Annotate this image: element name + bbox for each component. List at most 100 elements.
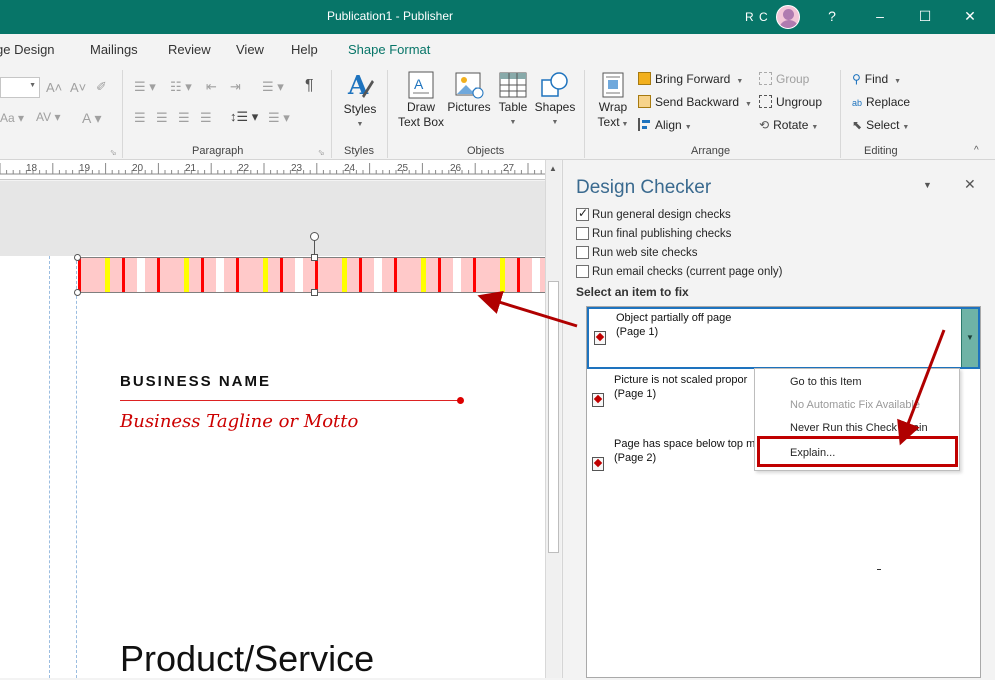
group-button[interactable]: Group bbox=[759, 72, 809, 86]
sort-icon[interactable]: ☰ ▾ bbox=[262, 79, 284, 95]
ungroup-button[interactable]: Ungroup bbox=[759, 95, 822, 109]
checkbox[interactable] bbox=[576, 227, 589, 240]
justify-icon[interactable]: ☰ bbox=[200, 110, 212, 126]
product-heading[interactable]: Product/Service bbox=[120, 638, 374, 680]
text-effects-icon[interactable]: Aa ▾ bbox=[0, 111, 24, 125]
numbering-icon[interactable]: ☷ ▾ bbox=[170, 79, 192, 95]
tab-shape-format[interactable]: Shape Format bbox=[348, 42, 430, 57]
banner-stripe bbox=[110, 258, 122, 292]
website-checks-checkbox[interactable]: Run web site checks bbox=[576, 246, 697, 259]
font-color-icon[interactable]: A ▾ bbox=[82, 110, 101, 127]
wrap-text-icon bbox=[602, 72, 624, 98]
selection-handle[interactable] bbox=[311, 289, 318, 296]
font-size-box[interactable]: ▼ bbox=[0, 77, 40, 98]
banner-stripe bbox=[409, 258, 421, 292]
align-left-icon[interactable]: ☰ bbox=[134, 110, 146, 126]
margin-guide bbox=[76, 256, 77, 678]
align-right-icon[interactable]: ☰ bbox=[178, 110, 190, 126]
vertical-scrollbar[interactable]: ▲ bbox=[545, 160, 561, 678]
general-checks-checkbox[interactable]: Run general design checks bbox=[576, 206, 731, 221]
selection-handle[interactable] bbox=[311, 254, 318, 261]
banner-stripe bbox=[441, 258, 453, 292]
clear-format-icon[interactable]: ✐ bbox=[96, 79, 107, 95]
find-button[interactable]: ⚲ Find ▼ bbox=[852, 72, 901, 86]
tagline[interactable]: Business Tagline or Motto bbox=[120, 411, 358, 432]
issues-list[interactable]: Object partially off page (Page 1) ▼ Pic… bbox=[586, 306, 981, 678]
publication-page[interactable]: BUSINESS NAME Business Tagline or Motto … bbox=[0, 256, 545, 680]
publishing-checks-checkbox[interactable]: Run final publishing checks bbox=[576, 227, 731, 240]
styles-button[interactable]: A Styles ▼ bbox=[338, 70, 382, 132]
user-initials[interactable]: R C bbox=[745, 10, 769, 24]
minimize-button[interactable]: – bbox=[870, 6, 890, 26]
bullets-icon[interactable]: ☰ ▾ bbox=[134, 79, 156, 95]
help-button[interactable]: ? bbox=[822, 6, 842, 26]
chevron-down-icon: ▼ bbox=[966, 333, 974, 342]
align-center-icon[interactable]: ☰ bbox=[156, 110, 168, 126]
rotate-button[interactable]: ⟲ Rotate ▼ bbox=[759, 118, 818, 132]
pane-options-icon[interactable]: ▼ bbox=[923, 180, 932, 190]
banner-stripe bbox=[295, 258, 303, 292]
tab-mailings[interactable]: Mailings bbox=[90, 42, 138, 57]
dialog-launcher-icon[interactable]: ⬂ bbox=[110, 148, 117, 157]
banner-stripe bbox=[216, 258, 224, 292]
banner-stripe bbox=[145, 258, 157, 292]
banner-stripe bbox=[224, 258, 236, 292]
shrink-font-icon[interactable]: A˅ bbox=[70, 80, 86, 95]
close-icon[interactable]: ✕ bbox=[964, 176, 976, 193]
dialog-launcher-icon[interactable]: ⬂ bbox=[318, 148, 325, 157]
increase-indent-icon[interactable]: ⇥ bbox=[230, 79, 241, 95]
tab-review[interactable]: Review bbox=[168, 42, 211, 57]
pictures-button[interactable]: Pictures bbox=[446, 70, 492, 115]
rotation-handle[interactable] bbox=[310, 232, 319, 241]
checkbox[interactable] bbox=[576, 246, 589, 259]
banner-stripe bbox=[172, 258, 184, 292]
banner-stripe bbox=[204, 258, 216, 292]
align-icon bbox=[638, 118, 651, 131]
list-item-selected[interactable]: Object partially off page (Page 1) ▼ bbox=[587, 307, 980, 369]
select-button[interactable]: ⬉ Select ▼ bbox=[852, 118, 909, 132]
banner-stripe bbox=[251, 258, 263, 292]
menu-item-go-to[interactable]: Go to this Item bbox=[790, 376, 862, 388]
selection-handle[interactable] bbox=[74, 254, 81, 261]
margin-guide bbox=[49, 256, 50, 678]
char-spacing-icon[interactable]: AV ▾ bbox=[36, 110, 60, 124]
scrollbar-thumb[interactable] bbox=[548, 281, 559, 553]
maximize-button[interactable]: ☐ bbox=[915, 6, 935, 26]
tab-help[interactable]: Help bbox=[291, 42, 318, 57]
ruler-label: 23 bbox=[291, 163, 303, 174]
tab-page-design[interactable]: ge Design bbox=[0, 42, 55, 57]
draw-label: Draw bbox=[406, 100, 435, 114]
email-checks-checkbox[interactable]: Run email checks (current page only) bbox=[576, 265, 782, 278]
decrease-indent-icon[interactable]: ⇤ bbox=[206, 79, 217, 95]
pilcrow-icon[interactable]: ¶ bbox=[305, 77, 314, 95]
align-button[interactable]: Align ▼ bbox=[638, 118, 692, 132]
bring-forward-icon bbox=[638, 72, 651, 85]
avatar[interactable] bbox=[776, 5, 800, 29]
scroll-up-icon[interactable]: ▲ bbox=[549, 164, 557, 173]
banner-stripe bbox=[318, 258, 330, 292]
banner-stripe bbox=[359, 258, 362, 292]
send-backward-button[interactable]: Send Backward ▼ bbox=[638, 95, 752, 109]
wrap-text-button[interactable]: Wrap Text ▼ bbox=[592, 70, 634, 132]
paragraph-spacing-icon[interactable]: ☰ ▾ bbox=[268, 110, 290, 126]
line-spacing-icon[interactable]: ↕☰ ▾ bbox=[230, 109, 258, 125]
business-name[interactable]: BUSINESS NAME bbox=[120, 373, 271, 390]
checkbox[interactable] bbox=[576, 265, 589, 278]
collapse-ribbon-icon[interactable]: ^ bbox=[974, 145, 979, 156]
tab-view[interactable]: View bbox=[236, 42, 264, 57]
checkbox-checked[interactable] bbox=[576, 206, 589, 221]
replace-button[interactable]: ab Replace bbox=[852, 95, 910, 109]
horizontal-ruler[interactable]: 18 19 20 21 22 23 24 25 26 27 bbox=[0, 160, 545, 180]
table-button[interactable]: Table ▼ bbox=[494, 70, 532, 130]
striped-banner[interactable] bbox=[78, 257, 545, 293]
grow-font-icon[interactable]: A˄ bbox=[46, 80, 62, 95]
shapes-button[interactable]: Shapes ▼ bbox=[533, 70, 577, 130]
draw-text-box-button[interactable]: A Draw Text Box bbox=[396, 70, 446, 130]
banner-stripe bbox=[488, 258, 500, 292]
close-button[interactable]: ✕ bbox=[960, 6, 980, 26]
publication-canvas[interactable]: BUSINESS NAME Business Tagline or Motto … bbox=[0, 181, 545, 680]
item-dropdown-button[interactable]: ▼ bbox=[961, 309, 978, 367]
menu-item-never-run[interactable]: Never Run this Check Again bbox=[790, 422, 928, 434]
selection-handle[interactable] bbox=[74, 289, 81, 296]
bring-forward-button[interactable]: Bring Forward ▼ bbox=[638, 72, 743, 86]
